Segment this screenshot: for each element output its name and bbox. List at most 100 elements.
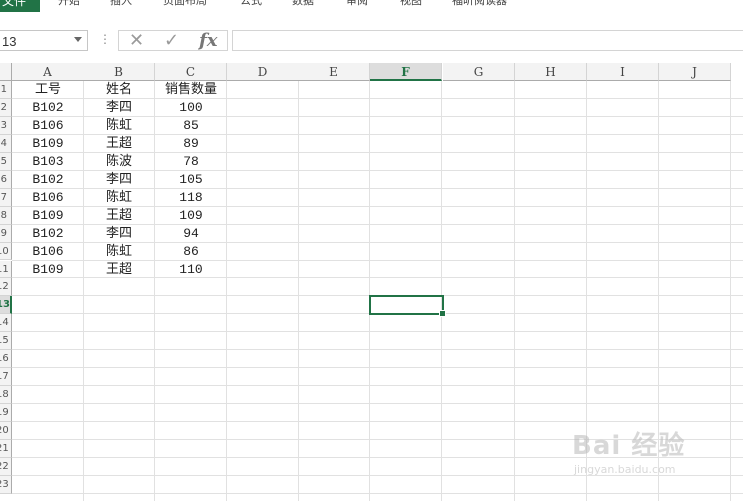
column-header-c[interactable]: C [155,63,227,81]
cell-employee-id[interactable]: B102 [12,225,84,242]
row-header-14[interactable]: 14 [0,314,12,333]
enter-icon[interactable]: ✓ [164,31,179,51]
column-header-d[interactable]: D [227,63,299,81]
row-header-3[interactable]: 3 [0,116,12,135]
cell-name[interactable]: 李四 [83,99,155,116]
row-header-5[interactable]: 5 [0,152,12,171]
gridline-horizontal [12,367,743,369]
row-number: 2 [0,101,7,113]
row-header-18[interactable]: 18 [0,386,12,405]
row-header-9[interactable]: 9 [0,224,12,243]
tab-review[interactable]: 审阅 [346,0,368,8]
name-box[interactable]: 13 [0,30,88,51]
row-header-13[interactable]: 13 [0,296,12,315]
active-cell-f13[interactable] [369,295,446,317]
chevron-down-icon[interactable] [74,37,82,42]
more-options-icon[interactable]: ⋮ [99,32,111,46]
cell-name[interactable]: 王超 [83,207,155,224]
row-header-21[interactable]: 21 [0,440,12,458]
cell-sales-qty[interactable]: 109 [155,207,227,224]
column-header-h[interactable]: H [515,63,587,81]
cell-sales-qty[interactable]: 110 [155,261,227,278]
tab-data[interactable]: 数据 [292,0,314,8]
tab-page-layout[interactable]: 页面布局 [163,0,207,8]
cell-employee-id[interactable]: B109 [12,207,84,224]
cell-employee-id[interactable]: B109 [12,261,84,278]
cell-name[interactable]: 李四 [83,171,155,188]
gridline-vertical [441,81,442,501]
row-number: 11 [0,263,9,275]
cell-name[interactable]: 陈虹 [83,189,155,206]
column-header-f[interactable]: F [370,63,442,81]
row-number: 22 [0,460,9,472]
formula-input[interactable] [232,30,743,51]
cancel-icon[interactable]: ✕ [129,31,144,51]
cell-sales-qty[interactable]: 86 [155,243,227,260]
cell-employee-id[interactable]: B102 [12,171,84,188]
cell-sales-qty[interactable]: 100 [155,99,227,116]
tab-view[interactable]: 视图 [400,0,422,8]
row-header-22[interactable]: 22 [0,457,12,476]
tab-insert[interactable]: 插入 [110,0,132,8]
cell-employee-id[interactable]: B106 [12,189,84,206]
row-header-1[interactable]: 1 [0,81,12,99]
header-cell[interactable]: 姓名 [83,81,155,98]
header-cell[interactable]: 销售数量 [155,81,227,98]
baidu-jingyan-watermark: Bai 经验 jingyan.baidu.com [566,417,706,483]
cell-name[interactable]: 李四 [83,225,155,242]
tab-home[interactable]: 开始 [58,0,80,8]
row-number: 18 [0,389,9,401]
row-header-20[interactable]: 20 [0,422,12,440]
row-number: 20 [0,425,9,437]
cell-name[interactable]: 陈虹 [83,117,155,134]
cell-sales-qty[interactable]: 94 [155,225,227,242]
column-header-b[interactable]: B [83,63,155,81]
cell-employee-id[interactable]: B106 [12,243,84,260]
cell-sales-qty[interactable]: 85 [155,117,227,134]
cell-name[interactable]: 陈虹 [83,243,155,260]
row-header-7[interactable]: 7 [0,188,12,207]
cell-sales-qty[interactable]: 118 [155,189,227,206]
gridline-horizontal [12,331,743,333]
cell-sales-qty[interactable]: 89 [155,135,227,152]
column-header-a[interactable]: A [12,63,84,81]
cell-employee-id[interactable]: B103 [12,153,84,170]
row-number: 12 [0,281,9,293]
cell-name[interactable]: 陈波 [83,153,155,170]
row-header-17[interactable]: 17 [0,368,12,387]
tab-formulas[interactable]: 公式 [240,0,262,8]
gridline-horizontal [12,349,743,351]
row-header-2[interactable]: 2 [0,98,12,117]
insert-function-icon[interactable]: fx [199,31,217,51]
cell-name[interactable]: 王超 [83,135,155,152]
gridline-vertical [369,81,370,501]
row-header-10[interactable]: 10 [0,242,12,261]
select-all-corner[interactable] [0,63,12,81]
column-header-i[interactable]: I [587,63,659,81]
row-header-11[interactable]: 11 [0,260,12,279]
column-header-g[interactable]: G [443,63,515,81]
header-cell[interactable]: 工号 [12,81,84,98]
row-header-8[interactable]: 8 [0,206,12,225]
cell-sales-qty[interactable]: 78 [155,153,227,170]
column-header-e[interactable]: E [298,63,370,81]
row-header-4[interactable]: 4 [0,134,12,153]
cell-employee-id[interactable]: B109 [12,135,84,152]
tab-file[interactable]: 文件 [0,0,40,12]
cell-employee-id[interactable]: B102 [12,99,84,116]
fill-handle[interactable] [439,310,446,317]
tab-foxit-reader[interactable]: 福昕阅读器 [452,0,507,8]
column-header-j[interactable]: J [659,63,731,81]
row-header-6[interactable]: 6 [0,170,12,189]
cell-sales-qty[interactable]: 105 [155,171,227,188]
row-header-23[interactable]: 23 [0,475,12,494]
cell-name[interactable]: 王超 [83,261,155,278]
row-header-19[interactable]: 19 [0,404,12,423]
row-header-12[interactable]: 12 [0,278,12,297]
row-header-15[interactable]: 15 [0,332,12,351]
row-number: 16 [0,353,9,365]
row-number: 8 [0,209,7,221]
row-number: 13 [0,299,10,311]
row-header-16[interactable]: 16 [0,350,12,369]
cell-employee-id[interactable]: B106 [12,117,84,134]
